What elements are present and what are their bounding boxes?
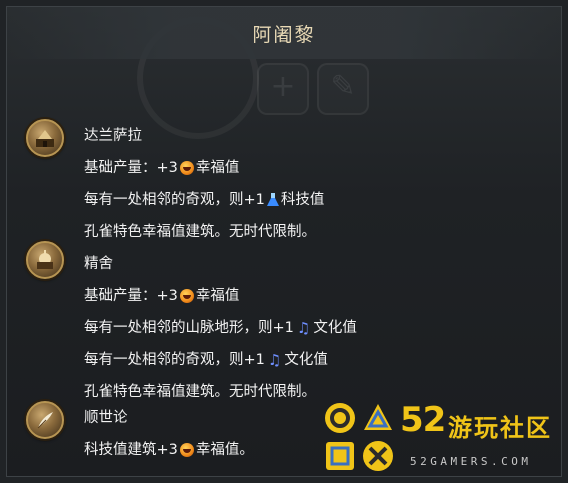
watermark-url: 52GAMERS.COM	[410, 455, 532, 468]
effect-line: 基础产量：+3 幸福值	[84, 160, 240, 176]
effect-line: 科技值建筑+3 幸福值。	[84, 442, 254, 458]
effect-line: 每有一处相邻的奇观，则+1 ♫ 文化值	[84, 351, 328, 369]
section-name: 达兰萨拉	[84, 128, 142, 144]
monastery-icon	[26, 241, 64, 279]
effect-line: 孔雀特色幸福值建筑。无时代限制。	[84, 224, 316, 240]
background-quill-icon: ✎	[317, 63, 369, 115]
quill-icon	[26, 401, 64, 439]
culture-icon: ♫	[296, 319, 311, 337]
amenity-icon	[179, 289, 194, 303]
section-name: 精舍	[84, 256, 113, 272]
science-icon	[266, 193, 279, 207]
amenity-icon	[179, 443, 194, 457]
effect-line: 基础产量：+3 幸福值	[84, 288, 240, 304]
playstation-symbols-icon	[325, 403, 393, 471]
effect-line: 孔雀特色幸福值建筑。无时代限制。	[84, 384, 316, 400]
temple-city-icon	[26, 119, 64, 157]
tooltip-title: 阿阇黎	[252, 24, 316, 46]
culture-icon: ♫	[267, 351, 282, 369]
effect-line: 每有一处相邻的奇观，则+1 科技值	[84, 192, 325, 208]
section-name: 顺世论	[84, 410, 128, 426]
amenity-icon	[179, 161, 194, 175]
watermark-logo: 52 游玩社区 52GAMERS.COM	[320, 398, 568, 483]
effect-line: 每有一处相邻的山脉地形，则+1 ♫ 文化值	[84, 319, 357, 337]
watermark-text: 游玩社区	[448, 414, 552, 442]
watermark-number: 52	[400, 400, 446, 440]
background-plus-icon: +	[257, 63, 309, 115]
